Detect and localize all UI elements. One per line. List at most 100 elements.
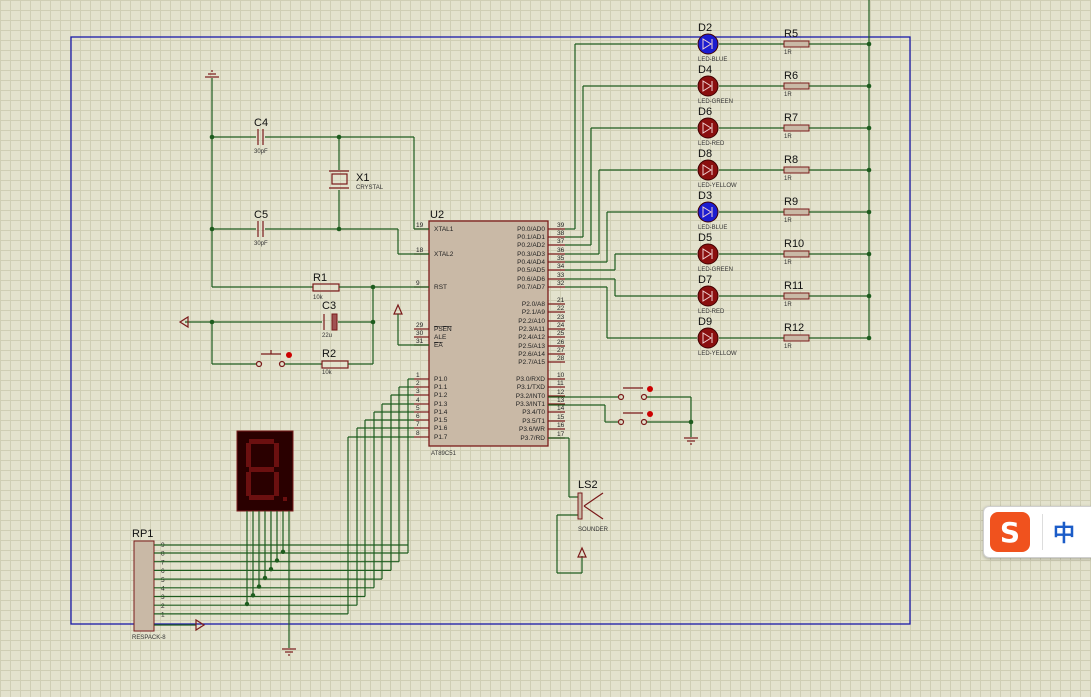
pin-number: 16 [557,422,565,429]
led-type-label: LED-BLUE [698,225,727,231]
ime-toolbar[interactable]: S 中 [983,506,1091,558]
led-resistor-ref-label: R9 [784,196,798,208]
led-type-label: LED-GREEN [698,99,733,105]
pin-label: P2.5/A13 [518,343,545,350]
led-icon [697,75,719,97]
pin-number: 34 [557,263,565,270]
pin-label: P1.3 [434,401,448,408]
pin-label: P0.3/AD3 [517,251,545,258]
pin-number: 1 [416,372,420,379]
pin-label: P3.0/RXD [516,376,545,383]
sogou-logo-icon[interactable]: S [990,512,1030,552]
pin-label: P2.4/A12 [518,334,545,341]
rp1-pin-number: 8 [161,551,165,558]
pin-number: 31 [416,338,424,345]
led-resistor-value-label: 1R [784,260,792,266]
pin-label: XTAL2 [434,251,454,258]
led-type-label: LED-RED [698,141,725,147]
ls2-value-label: SOUNDER [578,527,609,533]
pin-number: 29 [416,322,424,329]
c5-ref-label: C5 [254,209,268,221]
pin-number: 33 [557,272,565,279]
led-icon [697,159,719,181]
led-resistor-ref-label: R10 [784,238,804,250]
pin-number: 39 [557,222,565,229]
led-resistor-value-label: 1R [784,134,792,140]
led-icon [697,243,719,265]
led-ref-label: D7 [698,274,712,286]
c3-ref-label: C3 [322,300,336,312]
c4-ref-label: C4 [254,117,268,129]
schematic-canvas[interactable]: U2 AT89C51 19XTAL118XTAL29RST29PSEN30ALE… [0,0,1091,697]
pin-label: RST [434,284,447,291]
led-bank: D2 LED-BLUE R5 1R D4 LED-GREEN R6 1R D6 LED-RED R7… [565,22,872,357]
led-ref-label: D9 [698,316,712,328]
pin-number: 21 [557,297,565,304]
pin-label: P2.1/A9 [522,309,546,316]
pin-number: 5 [416,405,420,412]
led-icon [697,327,719,349]
pin-label: P3.3/INT1 [516,401,546,408]
pin-label: P0.6/AD6 [517,276,545,283]
port3-switches [548,386,698,445]
led-resistor-value-label: 1R [784,50,792,56]
mcu-part-label: AT89C51 [431,451,457,457]
rp1-pin-number: 1 [161,612,165,619]
pin-label: P0.5/AD5 [517,267,545,274]
led-icon [697,201,719,223]
pin-label: XTAL1 [434,226,454,233]
pin-label: P3.7/RD [520,435,545,442]
pin-number: 9 [416,280,420,287]
led-icon [697,117,719,139]
ime-language-toggle[interactable]: 中 [1053,516,1075,548]
pin-label: P3.1/TXD [517,384,545,391]
rp1-pin-number: 5 [161,577,165,584]
pin-number: 3 [416,388,420,395]
pin-number: 15 [557,414,565,421]
mcu-chip[interactable]: U2 AT89C51 19XTAL118XTAL29RST29PSEN30ALE… [414,209,565,457]
pin-label: EA [434,342,443,349]
x1-ref-label: X1 [356,172,369,184]
led-resistor-value-label: 1R [784,92,792,98]
ime-separator [1042,514,1043,550]
led-resistor-value-label: 1R [784,344,792,350]
pin-number: 28 [557,355,565,362]
pin-number: 13 [557,397,565,404]
pin-number: 26 [557,339,565,346]
pin-number: 18 [416,247,424,254]
rp1-pin-number: 2 [161,603,165,610]
led-resistor-value-label: 1R [784,218,792,224]
pin-label: P3.2/INT0 [516,393,546,400]
pin-number: 22 [557,305,565,312]
rp1-pin-number: 7 [161,559,165,566]
pin-number: 4 [416,397,420,404]
pin-label: P0.1/AD1 [517,234,545,241]
led-ref-label: D6 [698,106,712,118]
pin-label: P0.0/AD0 [517,226,545,233]
seven-segment-display [236,430,294,512]
c5-value-label: 30pF [254,241,268,247]
pin-label: P1.4 [434,409,448,416]
pin-number: 30 [416,330,424,337]
led-resistor-ref-label: R8 [784,154,798,166]
pin-label: ALE [434,334,447,341]
rp1-pin-number: 4 [161,586,165,593]
pin-label: P2.3/A11 [519,326,546,333]
led-resistor-ref-label: R11 [784,280,803,292]
pin-label: P1.5 [434,417,448,424]
led-type-label: LED-YELLOW [698,183,737,189]
pin-number: 27 [557,347,565,354]
led-type-label: LED-RED [698,309,725,315]
pin-number: 37 [557,238,565,245]
led-resistor-value-label: 1R [784,176,792,182]
pin-number: 6 [416,413,420,420]
pin-label: P2.6/A14 [518,351,545,358]
mcu-ref-label: U2 [430,209,444,221]
pin-number: 12 [557,389,565,396]
led-resistor-ref-label: R5 [784,28,798,40]
led-resistor-ref-label: R12 [784,322,804,334]
led-resistor-ref-label: R7 [784,112,798,124]
led-type-label: LED-YELLOW [698,351,737,357]
pin-number: 35 [557,255,565,262]
pin-label: P3.5/T1 [522,418,545,425]
